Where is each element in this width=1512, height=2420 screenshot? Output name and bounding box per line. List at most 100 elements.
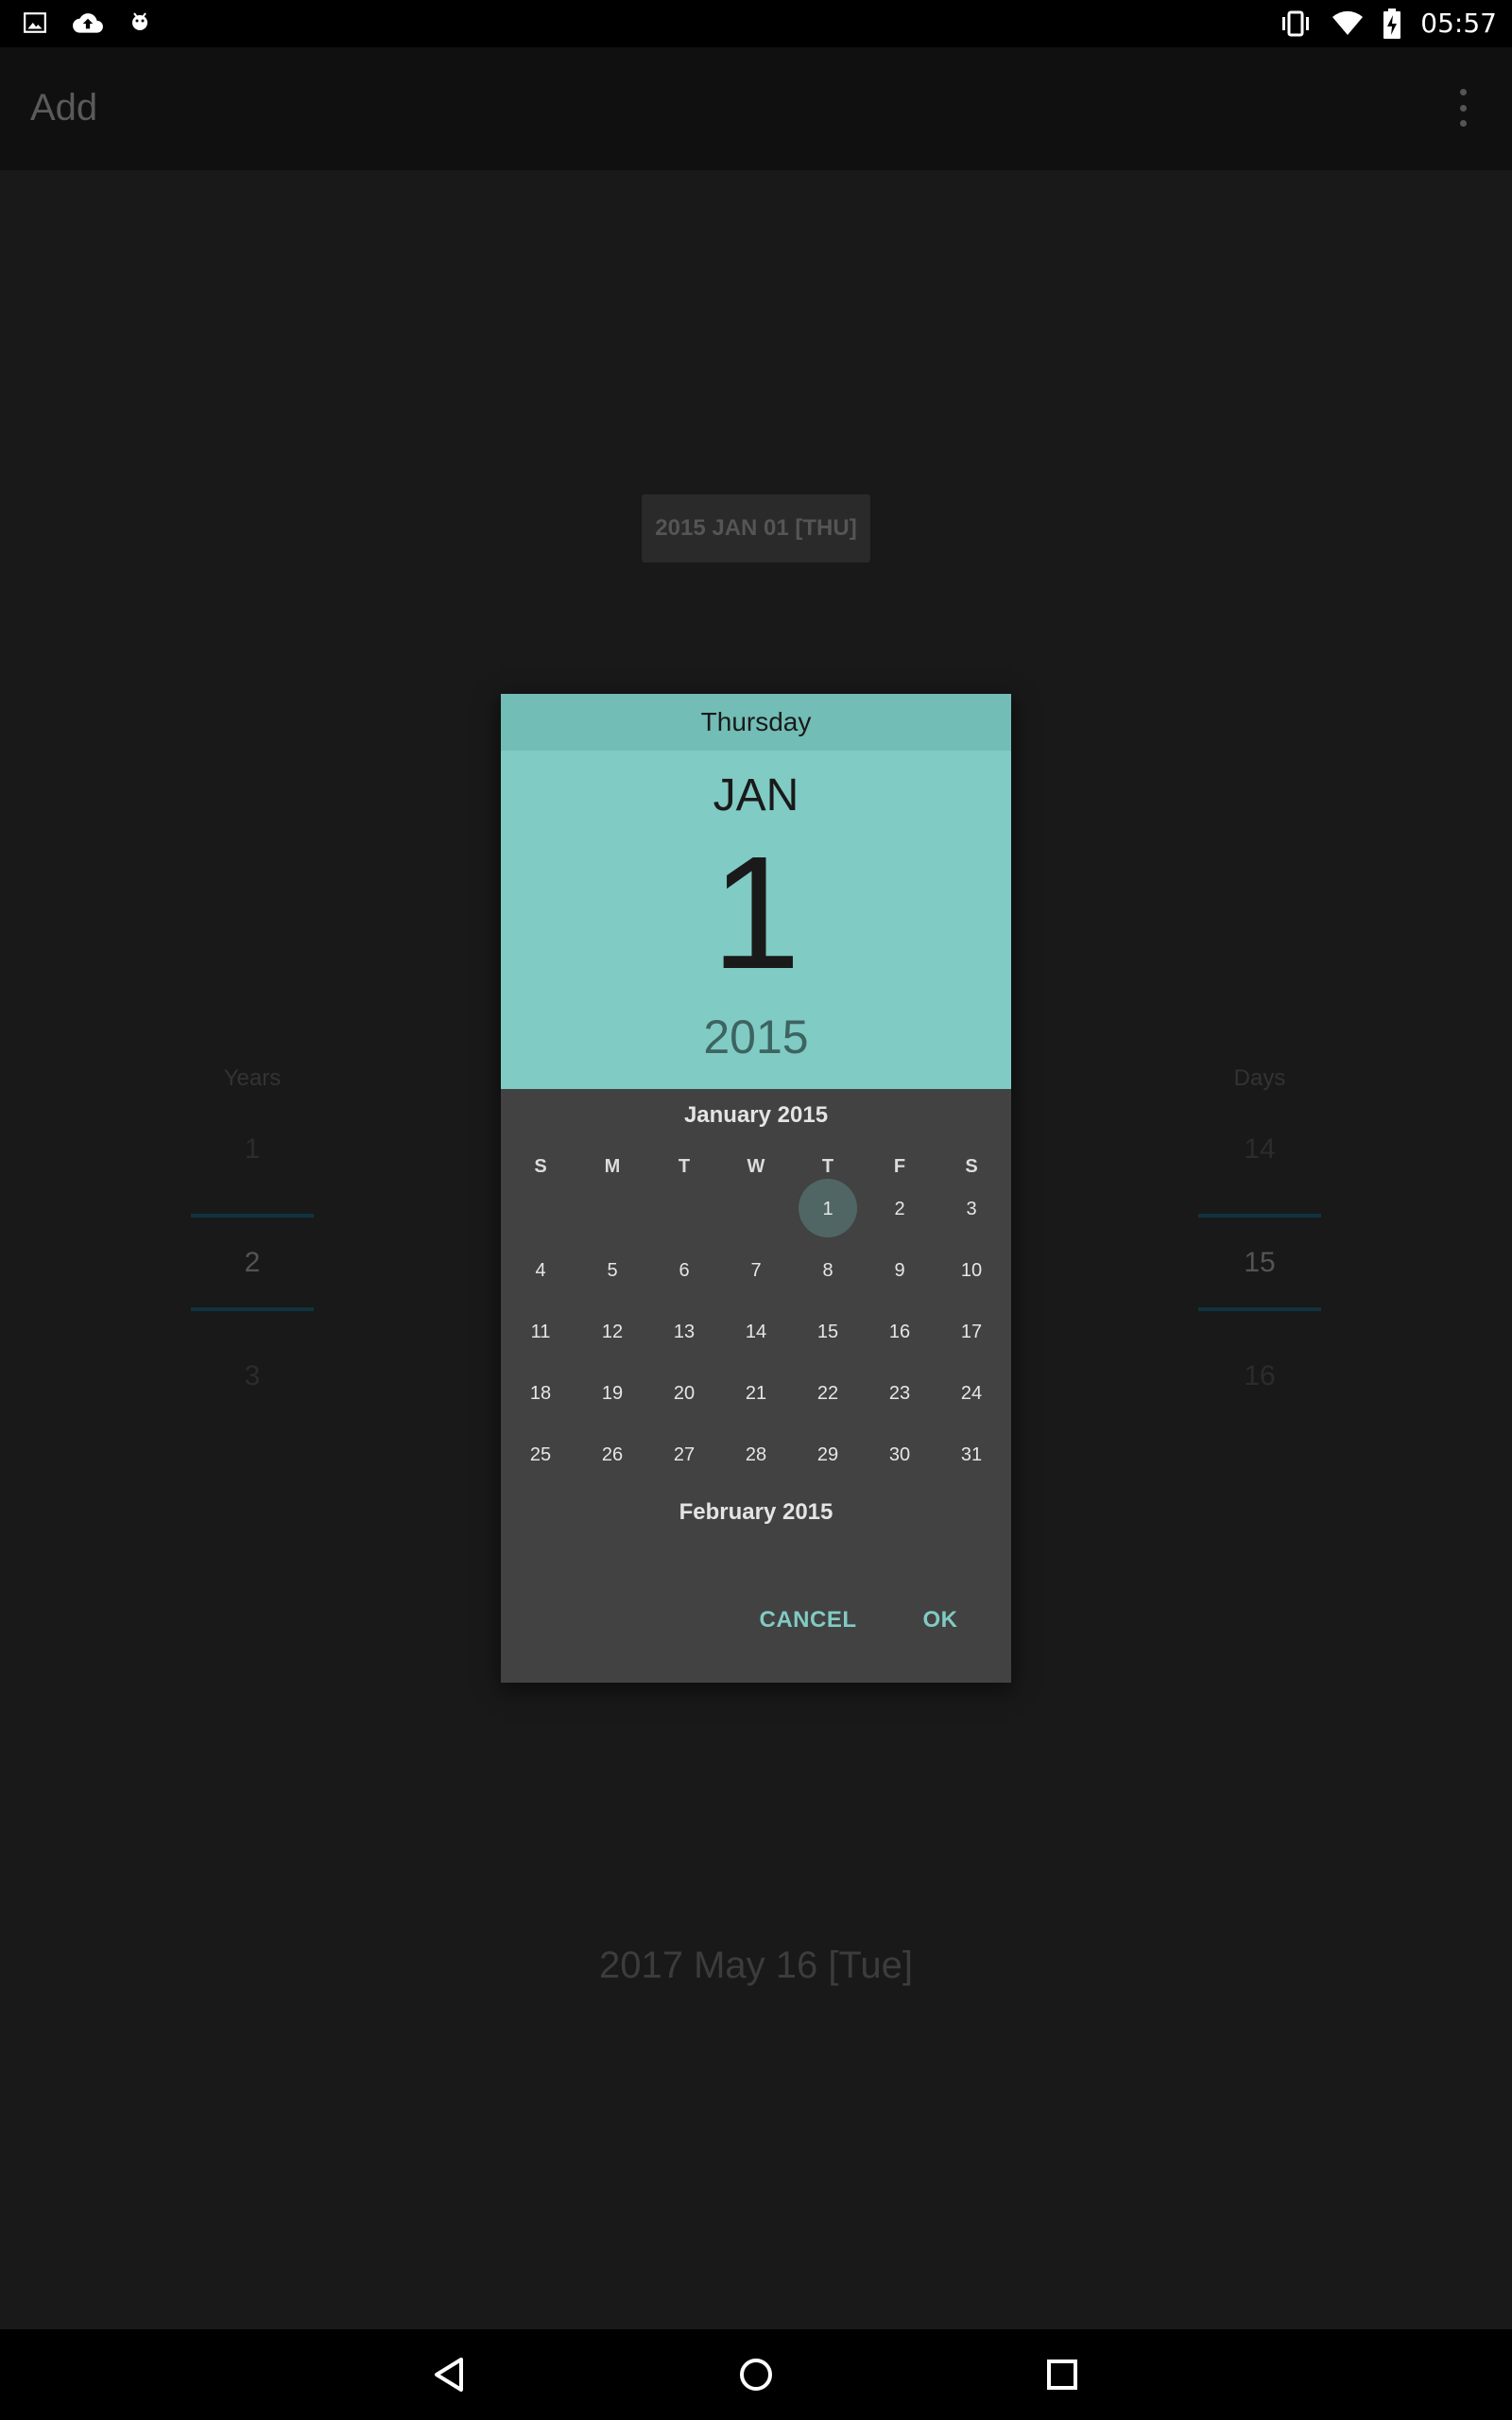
wifi-icon [1332,10,1364,35]
app-title: Add [30,87,98,129]
calendar-day-label: 8 [822,1260,833,1281]
home-icon[interactable] [733,2352,779,2397]
calendar-week-row: 11 12 13 14 15 16 17 [501,1304,1011,1360]
calendar-day-label: 20 [673,1383,696,1404]
calendar-day[interactable]: 2 [864,1181,936,1237]
days-divider-bottom [1198,1307,1321,1311]
more-vert-icon[interactable] [1452,89,1474,127]
result-date: 2017 May 16 [Tue] [598,1945,914,1986]
dialog-month[interactable]: JAN [501,769,1011,821]
calendar-day[interactable]: 7 [720,1242,792,1299]
calendar-day[interactable]: 5 [576,1242,648,1299]
calendar-day[interactable]: 16 [864,1304,936,1360]
calendar-day-label: 26 [601,1444,624,1465]
calendar-day-label: 17 [960,1322,983,1342]
calendar-day[interactable]: 27 [648,1426,720,1483]
calendar-day[interactable]: 8 [792,1242,864,1299]
calendar-day[interactable]: 19 [576,1365,648,1422]
calendar-day-label: 3 [966,1199,977,1219]
calendar-day[interactable]: 25 [505,1426,576,1483]
calendar-day[interactable]: 6 [648,1242,720,1299]
calendar-day-label: 31 [960,1444,983,1465]
calendar-day[interactable]: 24 [936,1365,1007,1422]
calendar-day-label: 27 [673,1444,696,1465]
ok-button[interactable]: OK [893,1592,988,1649]
calendar-day[interactable]: 13 [648,1304,720,1360]
calendar-day[interactable]: 17 [936,1304,1007,1360]
calendar-day-label: 13 [673,1322,696,1342]
calendar-week-row: 25 26 27 28 29 30 31 [501,1426,1011,1483]
dialog-header: JAN 1 2015 [501,751,1011,1089]
years-divider-bottom [191,1307,314,1311]
dialog-actions: CANCEL OK [501,1592,1011,1649]
years-divider-top [191,1214,314,1218]
years-value-selected[interactable]: 2 [191,1247,314,1279]
calendar-day-label: 1 [822,1199,833,1219]
cancel-button[interactable]: CANCEL [737,1592,879,1649]
calendar-day-label: 28 [745,1444,767,1465]
days-label: Days [1233,1065,1286,1091]
status-time: 05:57 [1420,8,1497,39]
calendar-day[interactable]: 3 [936,1181,1007,1237]
cloud-upload-icon [73,13,103,33]
calendar-day[interactable]: 18 [505,1365,576,1422]
calendar-day-label: 11 [530,1322,551,1342]
days-value-selected[interactable]: 15 [1198,1247,1321,1279]
days-value-next[interactable]: 16 [1198,1360,1321,1392]
calendar-day-label: 24 [960,1383,983,1404]
calendar-day-label: 10 [960,1260,983,1281]
calendar-day-label: 9 [894,1260,905,1281]
calendar-day-label: 19 [601,1383,624,1404]
calendar-day[interactable]: 21 [720,1365,792,1422]
calendar-day[interactable]: 15 [792,1304,864,1360]
days-value-prev[interactable]: 14 [1198,1133,1321,1166]
calendar-week-row: 4 5 6 7 8 9 10 [501,1242,1011,1299]
calendar-day[interactable]: 29 [792,1426,864,1483]
calendar-week-row: 18 19 20 21 22 23 24 [501,1365,1011,1422]
app-bar: Add [0,47,1512,170]
dialog-day[interactable]: 1 [501,828,1011,998]
calendar-day[interactable]: 4 [505,1242,576,1299]
calendar-day[interactable]: 20 [648,1365,720,1422]
calendar-day-label: 29 [816,1444,839,1465]
days-divider-top [1198,1214,1321,1218]
calendar-day[interactable]: 30 [864,1426,936,1483]
calendar-day[interactable]: 31 [936,1426,1007,1483]
back-icon[interactable] [427,2352,472,2397]
calendar-day[interactable]: 23 [864,1365,936,1422]
calendar-day[interactable]: 10 [936,1242,1007,1299]
date-chip-button[interactable]: 2015 JAN 01 [THU] [642,494,870,562]
recents-icon[interactable] [1040,2352,1085,2397]
calendar-week-row: 1 2 3 [501,1179,1011,1237]
calendar-day-label: 6 [679,1260,690,1281]
dialog-weekday: Thursday [501,694,1011,751]
calendar-day-label: 16 [888,1322,911,1342]
battery-charging-icon [1383,8,1401,39]
calendar-day[interactable]: 9 [864,1242,936,1299]
dialog-year[interactable]: 2015 [501,1010,1011,1064]
calendar-day[interactable]: 11 [505,1304,576,1360]
calendar-day[interactable]: 22 [792,1365,864,1422]
vibrate-icon [1282,10,1310,36]
calendar-day-label: 25 [529,1444,552,1465]
next-month-title: February 2015 [679,1499,833,1525]
years-value-prev[interactable]: 1 [191,1133,314,1166]
android-icon [132,12,147,30]
calendar-day-label: 21 [745,1383,767,1404]
calendar-day[interactable]: 28 [720,1426,792,1483]
calendar-day-label: 22 [816,1383,839,1404]
calendar-day-label: 15 [816,1322,839,1342]
calendar-day-label: 23 [888,1383,911,1404]
status-bar: 05:57 [0,0,1512,47]
calendar-day-label: 30 [888,1444,911,1465]
calendar-day-label: 14 [745,1322,767,1342]
calendar-day-selected[interactable]: 1 [792,1179,864,1237]
calendar-day-label: 7 [750,1260,762,1281]
calendar-day-label: 4 [535,1260,546,1281]
calendar-day[interactable]: 26 [576,1426,648,1483]
years-value-next[interactable]: 3 [191,1360,314,1392]
years-label: Years [223,1065,282,1091]
calendar-day[interactable]: 12 [576,1304,648,1360]
date-picker-dialog: Thursday JAN 1 2015 January 2015 SMTWTFS… [501,694,1011,1683]
calendar-day[interactable]: 14 [720,1304,792,1360]
